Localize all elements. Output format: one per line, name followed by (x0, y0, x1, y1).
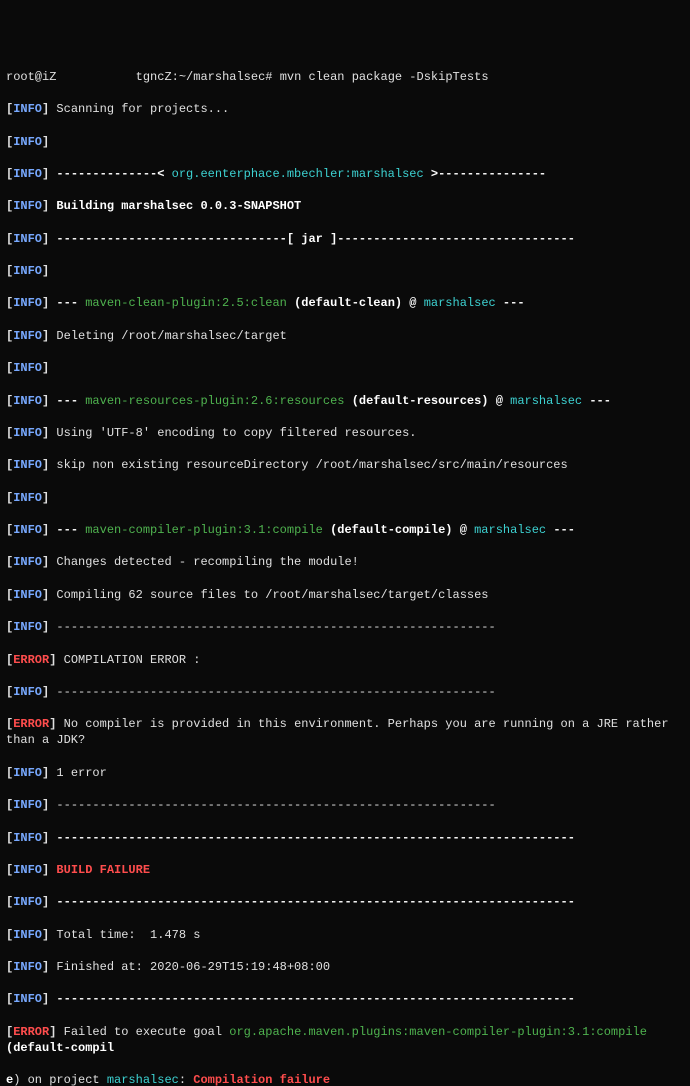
prompt-path: :~/marshalsec# (172, 70, 280, 84)
log-line: [INFO] Finished at: 2020-06-29T15:19:48+… (6, 959, 684, 975)
log-line: [INFO] Scanning for projects... (6, 101, 684, 117)
project-coords: org.eenterphace.mbechler:marshalsec (172, 167, 424, 181)
log-line: [ERROR] No compiler is provided in this … (6, 716, 684, 748)
log-line: [INFO] ---------------------------------… (6, 830, 684, 846)
log-line: [INFO] ---------------------------------… (6, 991, 684, 1007)
log-line: [INFO] --------------< org.eenterphace.m… (6, 166, 684, 182)
log-line: [INFO] Total time: 1.478 s (6, 927, 684, 943)
log-line: [ERROR] Failed to execute goal org.apach… (6, 1024, 684, 1056)
plugin-resources: maven-resources-plugin:2.6:resources (85, 394, 344, 408)
log-line: [INFO] ---------------------------------… (6, 894, 684, 910)
log-line: [INFO] Building marshalsec 0.0.3-SNAPSHO… (6, 198, 684, 214)
log-line: [INFO] (6, 490, 684, 506)
log-line: [INFO] Using 'UTF-8' encoding to copy fi… (6, 425, 684, 441)
log-line: [INFO] ---------------------------------… (6, 684, 684, 700)
log-line: [INFO] skip non existing resourceDirecto… (6, 457, 684, 473)
log-line: [INFO] 1 error (6, 765, 684, 781)
command: mvn clean package -DskipTests (280, 70, 489, 84)
prompt-user: root@iZ (6, 70, 56, 84)
log-line: e) on project marshalsec: Compilation fa… (6, 1072, 684, 1086)
log-line: [INFO] --- maven-clean-plugin:2.5:clean … (6, 295, 684, 311)
log-line: [INFO] --- maven-resources-plugin:2.6:re… (6, 393, 684, 409)
log-line: [INFO] Changes detected - recompiling th… (6, 554, 684, 570)
build-failure: BUILD FAILURE (56, 863, 150, 877)
log-line: [INFO] ---------------------------------… (6, 797, 684, 813)
log-line: [INFO] --- maven-compiler-plugin:3.1:com… (6, 522, 684, 538)
log-line: [INFO] ---------------------------------… (6, 619, 684, 635)
plugin-clean: maven-clean-plugin:2.5:clean (85, 296, 287, 310)
log-line: [INFO] (6, 360, 684, 376)
log-line: [ERROR] COMPILATION ERROR : (6, 652, 684, 668)
log-line: [INFO] --------------------------------[… (6, 231, 684, 247)
log-line: [INFO] Deleting /root/marshalsec/target (6, 328, 684, 344)
log-line: [INFO] (6, 134, 684, 150)
log-line: [INFO] (6, 263, 684, 279)
prompt-line: root@iZ tgncZ:~/marshalsec# mvn clean pa… (6, 69, 684, 85)
plugin-compiler: maven-compiler-plugin:3.1:compile (85, 523, 323, 537)
log-line: [INFO] Compiling 62 source files to /roo… (6, 587, 684, 603)
log-line: [INFO] BUILD FAILURE (6, 862, 684, 878)
